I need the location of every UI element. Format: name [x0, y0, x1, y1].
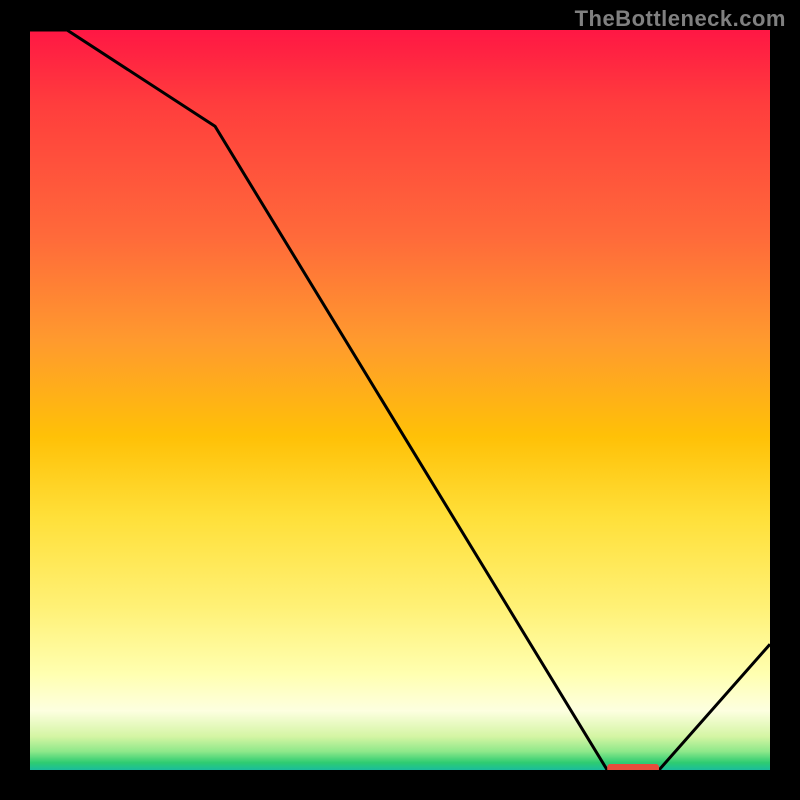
gradient-chart — [30, 30, 770, 770]
chart-background — [30, 30, 770, 770]
chart-container — [30, 30, 770, 770]
attribution-text: TheBottleneck.com — [575, 6, 786, 32]
optimal-marker — [607, 764, 659, 770]
